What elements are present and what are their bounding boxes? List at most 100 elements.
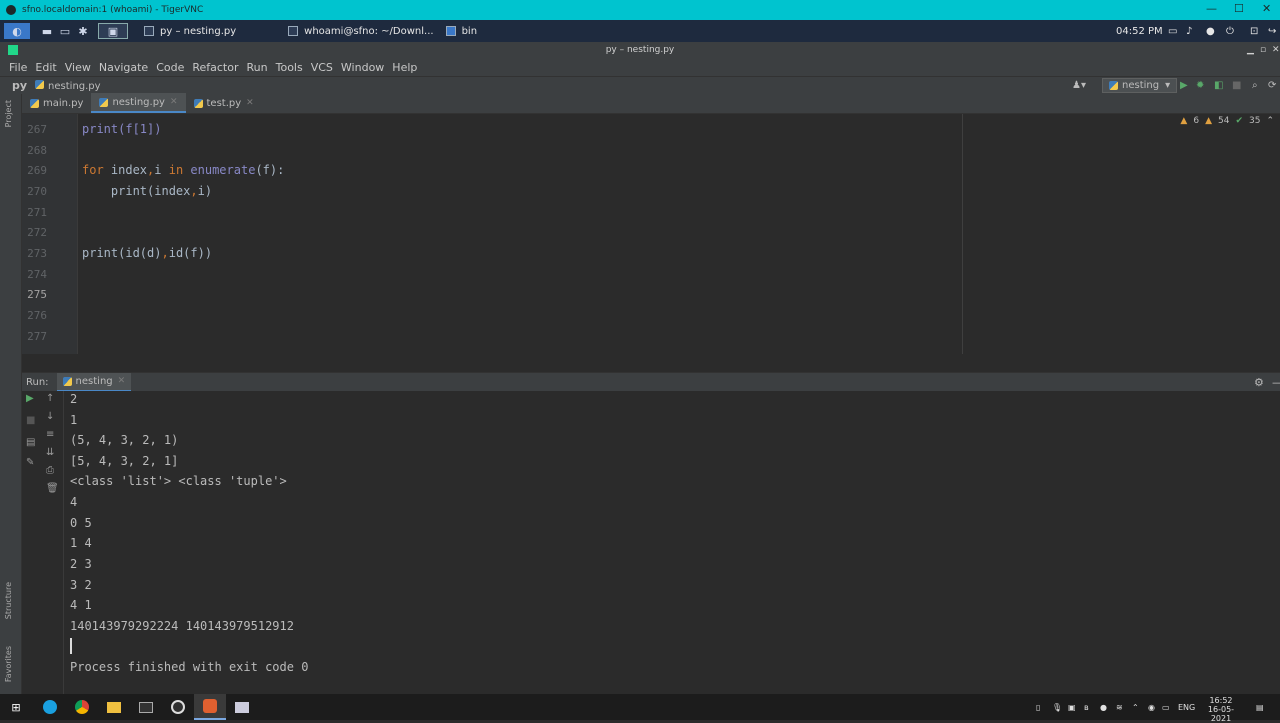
code-line-269[interactable]: for index,i in enumerate(f):	[82, 163, 284, 177]
menu-edit[interactable]: Edit	[31, 61, 60, 74]
tray-mic-icon[interactable]: 🎙	[1052, 703, 1062, 712]
tray-app-icon[interactable]: ●	[1100, 703, 1107, 712]
task-terminal[interactable]: whoami@sfno: ~/Downl...	[282, 21, 439, 41]
code-line-273[interactable]: print(id(d),id(f))	[82, 246, 212, 260]
code-editor[interactable]: print(f[1]) for index,i in enumerate(f):…	[78, 114, 1276, 354]
menu-file[interactable]: File	[5, 61, 31, 74]
coverage-icon[interactable]: ◧	[1214, 80, 1223, 91]
file-manager-icon[interactable]: ▭	[56, 23, 74, 39]
pin-icon[interactable]: ✎	[26, 457, 34, 468]
tray-wifi-icon[interactable]: ≋	[1116, 703, 1123, 712]
windows-start-icon[interactable]: ⊞	[0, 694, 32, 720]
run-settings-gear-icon[interactable]: ⚙	[1254, 376, 1264, 389]
scroll-down-icon[interactable]: ↓	[46, 411, 54, 422]
ide-maximize-button[interactable]: ▫	[1260, 42, 1266, 58]
search-icon[interactable]: ⌕	[1252, 80, 1258, 91]
layout-icon[interactable]: ▤	[26, 437, 35, 448]
console-line: 3 2	[70, 578, 92, 592]
menu-window[interactable]: Window	[337, 61, 388, 74]
chrome-icon[interactable]	[66, 694, 98, 720]
menu-help[interactable]: Help	[388, 61, 421, 74]
print-icon[interactable]: ⎙	[46, 465, 54, 476]
stop-icon[interactable]: ■	[1232, 80, 1241, 91]
breadcrumb-file[interactable]: nesting.py	[35, 79, 101, 92]
remote-desktop-icon[interactable]	[226, 694, 258, 720]
tab-test-py[interactable]: test.py ✕	[186, 93, 262, 113]
inspection-widget[interactable]: ▲ 6 ▲ 54 ✔ 35 ⌃	[1180, 116, 1274, 126]
menu-run[interactable]: Run	[243, 61, 272, 74]
show-desktop-icon[interactable]: ▬	[38, 23, 56, 39]
menu-code[interactable]: Code	[152, 61, 188, 74]
menu-vcs[interactable]: VCS	[307, 61, 337, 74]
file-explorer-icon[interactable]	[98, 694, 130, 720]
close-run-tab-icon[interactable]: ✕	[118, 376, 126, 386]
editor-scroll-markers[interactable]	[1276, 114, 1280, 354]
structure-tool-tab[interactable]: Structure	[4, 582, 13, 619]
pycharm-logo-icon	[8, 45, 18, 55]
menu-tools[interactable]: Tools	[272, 61, 307, 74]
vnc-app-taskbar-icon[interactable]	[194, 694, 226, 720]
menu-navigate[interactable]: Navigate	[95, 61, 152, 74]
soft-wrap-icon[interactable]: ≡	[46, 429, 54, 440]
obs-icon[interactable]	[162, 694, 194, 720]
run-console[interactable]: 2 1 (5, 4, 3, 2, 1) [5, 4, 3, 2, 1] <cla…	[64, 391, 1276, 694]
rerun-icon[interactable]: ▶	[26, 393, 34, 404]
tray-chevron-icon[interactable]: ⌃	[1132, 703, 1139, 712]
code-line-270[interactable]: print(index,i)	[82, 184, 212, 198]
notifications-icon[interactable]: ▤	[1256, 703, 1264, 712]
terminal-launcher-icon[interactable]: ▣	[98, 23, 128, 39]
power-icon[interactable]: ⏻	[1226, 26, 1234, 37]
settings-gear-icon[interactable]: ✱	[74, 23, 92, 39]
vnc-title-text: sfno.localdomain:1 (whoami) - TigerVNC	[22, 5, 204, 15]
run-tab-nesting[interactable]: nesting ✕	[56, 372, 132, 392]
lock-icon[interactable]: ⊡	[1250, 26, 1258, 37]
updates-icon[interactable]: ⟳	[1268, 80, 1276, 91]
task-pycharm[interactable]: py – nesting.py	[138, 21, 242, 41]
minimize-button[interactable]: —	[1206, 2, 1217, 15]
start-menu-icon[interactable]: ◐	[4, 23, 30, 39]
stop-run-icon[interactable]: ■	[26, 415, 35, 426]
favorites-tool-tab[interactable]: Favorites	[4, 646, 13, 682]
panel-clock[interactable]: 04:52 PM	[1116, 26, 1163, 37]
line-number: 268	[27, 144, 47, 157]
edge-icon[interactable]	[34, 694, 66, 720]
tab-main-py[interactable]: main.py	[22, 93, 91, 113]
run-icon[interactable]: ▶	[1180, 80, 1188, 91]
menu-refactor[interactable]: Refactor	[188, 61, 242, 74]
tray-camera-icon[interactable]: ▣	[1068, 703, 1076, 712]
run-config-dropdown[interactable]: nesting ▾	[1102, 78, 1178, 93]
display-icon[interactable]: ▭	[1168, 26, 1177, 37]
ide-close-button[interactable]: ✕	[1272, 42, 1280, 58]
tray-bluetooth-icon[interactable]: ʙ	[1084, 703, 1089, 712]
windows-taskbar: ⊞ ▯ 🎙 ▣ ʙ ● ≋ ⌃ ◉ ▭ ENG 16:52 16-05-2021…	[0, 694, 1280, 723]
language-indicator[interactable]: ENG	[1178, 703, 1195, 712]
breadcrumb-project[interactable]: py	[12, 79, 27, 92]
line-number: 267	[27, 123, 47, 136]
notification-icon[interactable]: ●	[1206, 26, 1215, 37]
user-icon[interactable]: ♟▾	[1072, 80, 1086, 91]
trash-icon[interactable]: 🗑	[46, 483, 59, 494]
desktop-panel: ◐ ▬ ▭ ✱ ▣ py – nesting.py whoami@sfno: ~…	[0, 20, 1280, 42]
close-tab-icon[interactable]: ✕	[170, 97, 178, 107]
tray-recording-icon[interactable]: ◉	[1148, 703, 1155, 712]
chevron-up-icon[interactable]: ⌃	[1266, 116, 1274, 126]
ide-minimize-button[interactable]: ▁	[1247, 42, 1254, 58]
task-bin[interactable]: bin	[440, 21, 483, 41]
volume-icon[interactable]: ♪	[1186, 26, 1192, 37]
taskbar-clock[interactable]: 16:52 16-05-2021	[1200, 696, 1242, 723]
close-button[interactable]: ✕	[1262, 2, 1271, 15]
logout-icon[interactable]: ↪	[1268, 26, 1276, 37]
debug-icon[interactable]: ✹	[1196, 80, 1204, 91]
project-tool-tab[interactable]: Project	[4, 100, 13, 127]
maximize-button[interactable]: ☐	[1234, 2, 1244, 15]
close-tab-icon[interactable]: ✕	[246, 98, 254, 108]
hide-panel-icon[interactable]: —	[1272, 376, 1280, 389]
scroll-to-end-icon[interactable]: ⇊	[46, 447, 54, 458]
tab-nesting-py[interactable]: nesting.py ✕	[91, 93, 186, 113]
code-line-267[interactable]: print(f[1])	[82, 122, 161, 136]
tray-battery-icon[interactable]: ▭	[1162, 703, 1170, 712]
terminal-app-icon[interactable]	[130, 694, 162, 720]
tray-tablet-icon[interactable]: ▯	[1036, 703, 1040, 712]
scroll-up-icon[interactable]: ↑	[46, 393, 54, 404]
menu-view[interactable]: View	[61, 61, 95, 74]
